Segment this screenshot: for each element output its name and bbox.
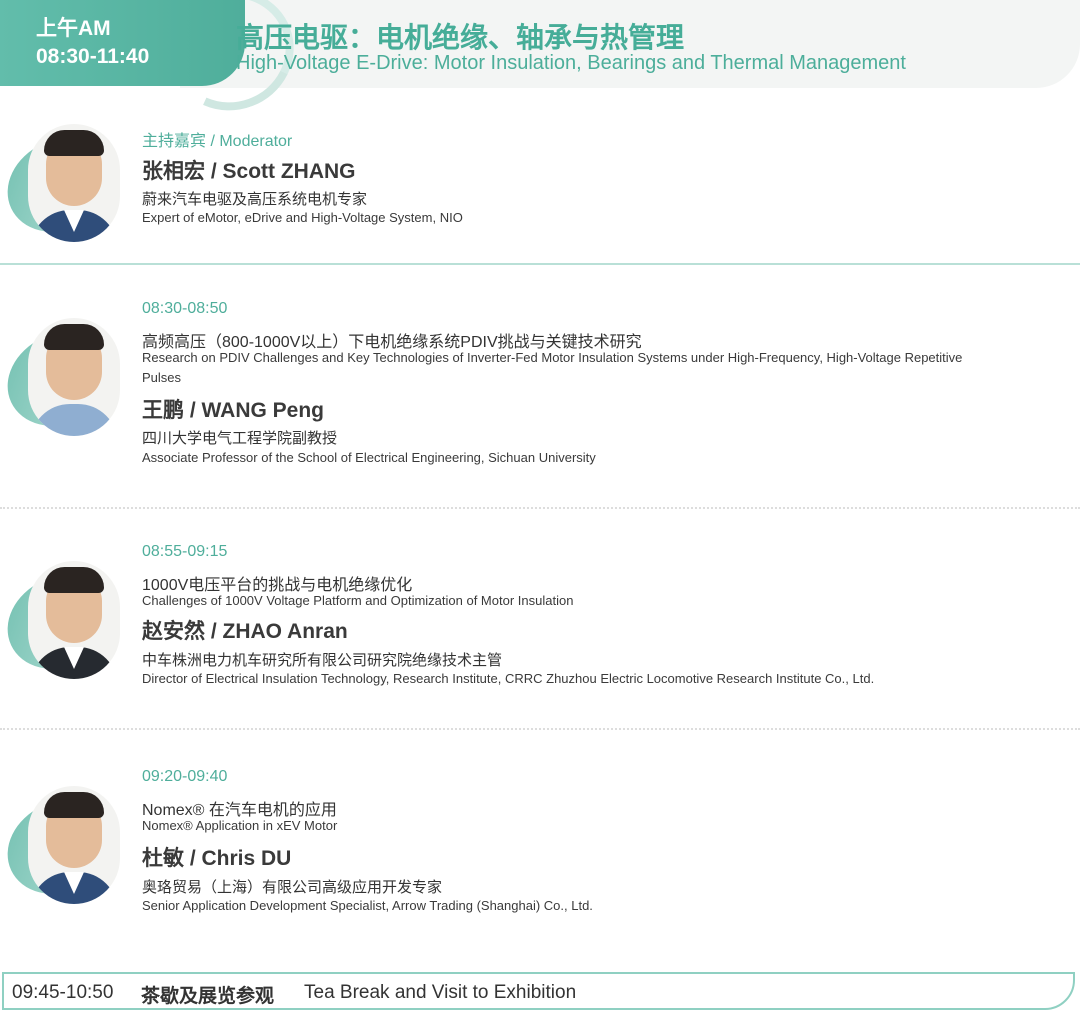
talk-item: 09:20-09:40 Nomex® 在汽车电机的应用 Nomex® Appli… bbox=[0, 758, 1080, 938]
divider bbox=[0, 728, 1080, 730]
avatar-hair bbox=[44, 130, 104, 156]
speaker-name: 杜敏 / Chris DU bbox=[142, 847, 292, 870]
break-bar: 09:45-10:50 茶歇及展览参观 Tea Break and Visit … bbox=[2, 972, 1075, 1010]
break-time: 09:45-10:50 bbox=[12, 982, 114, 1003]
avatar-hair bbox=[44, 567, 104, 593]
moderator-block: 主持嘉宾 / Moderator 张相宏 / Scott ZHANG 蔚来汽车电… bbox=[0, 110, 1080, 260]
talk-item: 08:30-08:50 高频高压（800-1000V以上）下电机绝缘系统PDIV… bbox=[0, 290, 1080, 500]
period-label: 上午AM bbox=[36, 17, 111, 40]
speaker-photo-icon bbox=[28, 786, 120, 904]
session-time: 上午AM 08:30-11:40 bbox=[36, 16, 149, 72]
break-label-cn: 茶歇及展览参观 bbox=[141, 986, 275, 1007]
speaker-name: 王鹏 / WANG Peng bbox=[142, 399, 325, 422]
talk-topic-en: Nomex® Application in xEV Motor bbox=[142, 818, 338, 833]
moderator-name: 张相宏 / Scott ZHANG bbox=[142, 160, 356, 183]
moderator-avatar bbox=[0, 120, 130, 250]
moderator-affiliation-cn: 蔚来汽车电驱及高压系统电机专家 bbox=[142, 191, 368, 208]
speaker-photo-icon bbox=[28, 561, 120, 679]
talk-time: 09:20-09:40 bbox=[142, 768, 228, 785]
avatar-body bbox=[30, 404, 118, 436]
talk-item: 08:55-09:15 1000V电压平台的挑战与电机绝缘优化 Challeng… bbox=[0, 533, 1080, 713]
speaker-affiliation-en: Director of Electrical Insulation Techno… bbox=[142, 671, 875, 686]
session-header: 上午AM 08:30-11:40 高压电驱：电机绝缘、轴承与热管理 High-V… bbox=[0, 0, 1080, 128]
speaker-photo-icon bbox=[28, 318, 120, 436]
speaker-affiliation-cn: 四川大学电气工程学院副教授 bbox=[142, 430, 338, 447]
moderator-affiliation-en: Expert of eMotor, eDrive and High-Voltag… bbox=[142, 210, 463, 225]
speaker-avatar bbox=[0, 782, 130, 912]
speaker-affiliation-en: Associate Professor of the School of Ele… bbox=[142, 450, 596, 465]
speaker-affiliation-cn: 奥珞贸易（上海）有限公司高级应用开发专家 bbox=[142, 879, 443, 896]
avatar-hair bbox=[44, 324, 104, 350]
avatar-hair bbox=[44, 792, 104, 818]
speaker-avatar bbox=[0, 557, 130, 687]
talk-topic-en: Challenges of 1000V Voltage Platform and… bbox=[142, 593, 574, 608]
talk-topic-en: Research on PDIV Challenges and Key Tech… bbox=[142, 350, 963, 385]
break-label-en: Tea Break and Visit to Exhibition bbox=[304, 982, 577, 1003]
time-range: 08:30-11:40 bbox=[36, 45, 150, 68]
session-title-en: High-Voltage E-Drive: Motor Insulation, … bbox=[236, 52, 906, 74]
speaker-affiliation-en: Senior Application Development Specialis… bbox=[142, 898, 593, 913]
talk-time: 08:30-08:50 bbox=[142, 300, 228, 317]
session-title-cn: 高压电驱：电机绝缘、轴承与热管理 bbox=[236, 22, 685, 53]
divider bbox=[0, 263, 1080, 265]
divider bbox=[0, 507, 1080, 509]
speaker-name: 赵安然 / ZHAO Anran bbox=[142, 620, 348, 643]
speaker-photo-icon bbox=[28, 124, 120, 242]
moderator-label: 主持嘉宾 / Moderator bbox=[142, 133, 293, 150]
speaker-avatar bbox=[0, 314, 130, 444]
talk-time: 08:55-09:15 bbox=[142, 543, 228, 560]
speaker-affiliation-cn: 中车株洲电力机车研究所有限公司研究院绝缘技术主管 bbox=[142, 652, 503, 669]
